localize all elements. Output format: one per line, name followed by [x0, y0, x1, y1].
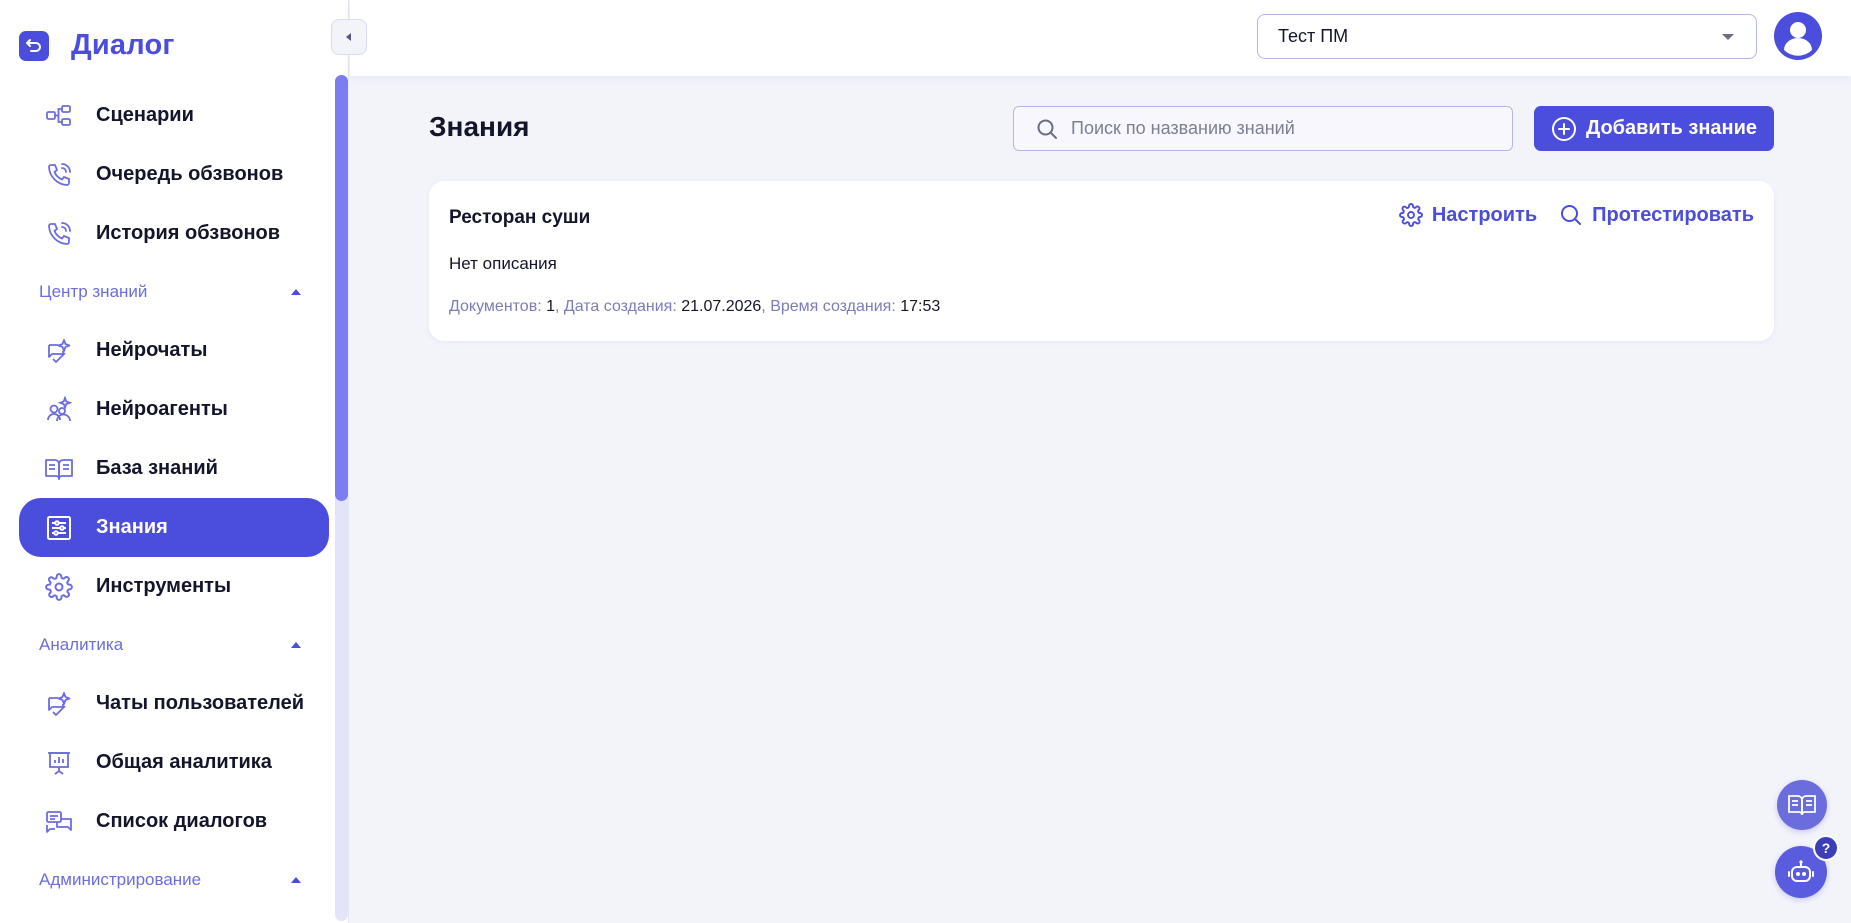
- gear-icon: [1398, 203, 1423, 227]
- help-badge-icon[interactable]: ?: [1813, 835, 1839, 861]
- add-knowledge-label: Добавить знание: [1585, 117, 1758, 139]
- app-name: Диалог: [71, 29, 175, 61]
- sidebar-item-label: Сценарии: [96, 104, 194, 126]
- flow-icon: [44, 101, 74, 131]
- search-icon: [1561, 205, 1582, 225]
- dialogs-icon: [44, 807, 74, 837]
- top-header: Тест ПМ: [350, 0, 1851, 76]
- sidebar-item-label: Инструменты: [96, 575, 232, 597]
- page-title: Знания: [429, 111, 530, 142]
- project-select[interactable]: Тест ПМ: [1257, 14, 1757, 59]
- collapse-sidebar-button[interactable]: [331, 19, 367, 55]
- chevron-left-icon: [346, 33, 351, 41]
- date-value: 21.07.2026: [681, 298, 762, 315]
- project-select-value: Тест ПМ: [1278, 26, 1349, 46]
- section-label: Центр знаний: [39, 282, 148, 301]
- app-logo[interactable]: Диалог: [19, 29, 175, 62]
- sidebar-item-tools[interactable]: Инструменты: [19, 557, 329, 616]
- sidebar-item-neuroagents[interactable]: Нейроагенты: [19, 380, 329, 439]
- sidebar-nav: Сценарии Очередь обзвонов История обзвон…: [19, 86, 329, 909]
- sliders-icon: [44, 513, 74, 543]
- book-icon: [44, 454, 74, 484]
- knowledge-card-meta: Документов: 1, Дата создания: 21.07.2026…: [449, 298, 941, 315]
- scrollbar-thumb[interactable]: [335, 75, 348, 501]
- configure-button[interactable]: Настроить: [1398, 203, 1538, 227]
- knowledge-card-actions: Настроить Протестировать: [1398, 203, 1754, 227]
- time-label: Время создания:: [770, 298, 896, 315]
- sidebar-item-neurochats[interactable]: Нейрочаты: [19, 321, 329, 380]
- knowledge-card-title: Ресторан суши: [449, 207, 591, 228]
- sidebar-item-label: Общая аналитика: [96, 751, 272, 773]
- sparkle-chat-icon: [44, 336, 74, 366]
- sidebar-section-admin[interactable]: Администрирование: [19, 851, 329, 909]
- sidebar-item-call-queue[interactable]: Очередь обзвонов: [19, 145, 329, 204]
- chevron-down-icon: [1722, 33, 1734, 40]
- sidebar-item-general-analytics[interactable]: Общая аналитика: [19, 733, 329, 792]
- search-input[interactable]: Поиск по названию знаний: [1013, 106, 1513, 151]
- sidebar-scrollbar[interactable]: [335, 75, 348, 921]
- date-label: Дата создания:: [563, 298, 677, 315]
- user-avatar[interactable]: [1774, 12, 1822, 60]
- sidebar-item-label: История обзвонов: [96, 222, 281, 244]
- configure-label: Настроить: [1431, 203, 1538, 226]
- knowledge-card[interactable]: Ресторан суши Нет описания Документов: 1…: [429, 181, 1774, 341]
- test-label: Протестировать: [1592, 203, 1754, 226]
- docs-value: 1: [546, 298, 555, 315]
- phone-call-icon: [44, 219, 74, 249]
- sparkle-users-icon: [44, 395, 74, 425]
- logo-icon: [19, 30, 49, 61]
- time-value: 17:53: [900, 298, 941, 315]
- sidebar-item-label: Очередь обзвонов: [96, 163, 284, 185]
- section-label: Аналитика: [39, 635, 124, 654]
- phone-call-icon: [44, 160, 74, 190]
- test-button[interactable]: Протестировать: [1559, 203, 1754, 227]
- robot-icon: [1788, 860, 1814, 882]
- sidebar-item-label: Список диалогов: [96, 810, 268, 832]
- sidebar-item-label: Нейрочаты: [96, 339, 208, 361]
- sidebar-item-scenarios[interactable]: Сценарии: [19, 86, 329, 145]
- book-icon: [1788, 795, 1816, 816]
- sparkle-chat-icon: [44, 689, 74, 719]
- sidebar-item-label: Знания: [96, 516, 168, 538]
- chevron-up-icon: [291, 642, 301, 648]
- sidebar-item-label: База знаний: [96, 457, 218, 479]
- sidebar-item-call-history[interactable]: История обзвонов: [19, 204, 329, 263]
- sidebar: Диалог Сценарии Очередь обзвонов История…: [0, 0, 349, 923]
- sidebar-section-analytics[interactable]: Аналитика: [19, 616, 329, 674]
- sidebar-section-knowledge[interactable]: Центр знаний: [19, 263, 329, 321]
- plus-circle-icon: [1551, 116, 1576, 141]
- sidebar-item-knowledge[interactable]: Знания: [19, 498, 329, 557]
- sidebar-item-knowledge-base[interactable]: База знаний: [19, 439, 329, 498]
- sidebar-item-label: Чаты пользователей: [96, 692, 304, 714]
- section-label: Администрирование: [39, 870, 202, 889]
- chevron-up-icon: [291, 877, 301, 883]
- knowledge-card-description: Нет описания: [449, 254, 557, 273]
- add-knowledge-button[interactable]: Добавить знание: [1534, 106, 1774, 151]
- search-icon: [1036, 118, 1058, 140]
- docs-label: Документов:: [449, 298, 542, 315]
- search-placeholder: Поиск по названию знаний: [1071, 118, 1295, 138]
- sidebar-item-label: Нейроагенты: [96, 398, 228, 420]
- sidebar-item-dialog-list[interactable]: Список диалогов: [19, 792, 329, 851]
- presentation-icon: [44, 748, 74, 778]
- gear-icon: [44, 572, 74, 602]
- knowledge-base-fab[interactable]: [1777, 780, 1827, 830]
- sidebar-item-user-chats[interactable]: Чаты пользователей: [19, 674, 329, 733]
- user-icon: [1784, 22, 1812, 56]
- chevron-up-icon: [291, 289, 301, 295]
